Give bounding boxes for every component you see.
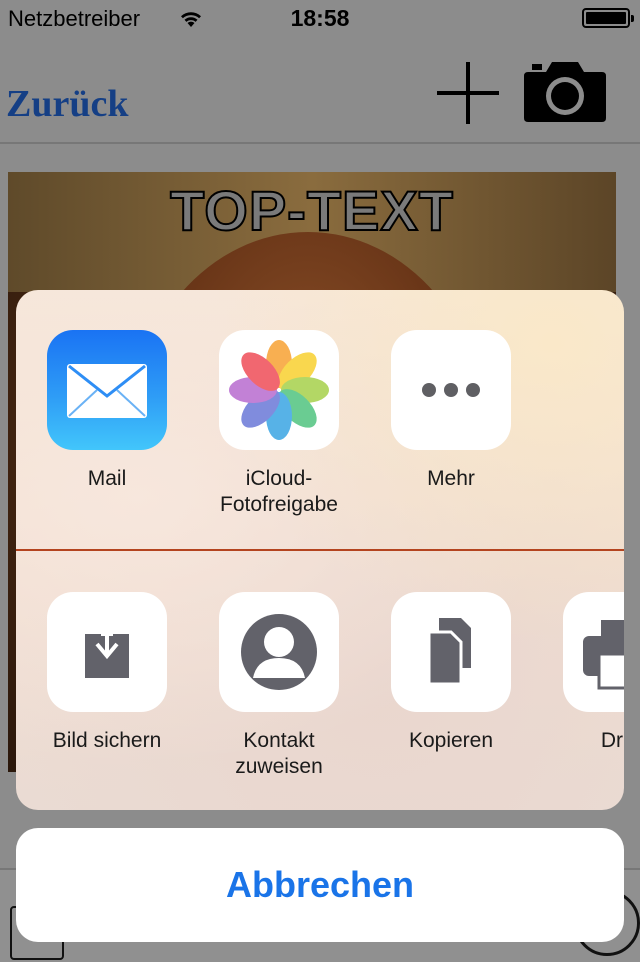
share-app-label: iCloud- Fotofreigabe — [220, 467, 338, 516]
action-copy[interactable]: Kopieren — [366, 592, 536, 754]
top-text-caption[interactable]: TOP-TEXT — [8, 178, 616, 243]
share-app-mail[interactable]: Mail — [22, 330, 192, 492]
cancel-button[interactable]: Abbrechen — [16, 828, 624, 942]
more-icon — [391, 330, 511, 450]
navigation-bar: Zurück — [0, 38, 640, 144]
share-app-more[interactable]: Mehr — [366, 330, 536, 492]
action-print[interactable]: Druc — [538, 592, 624, 754]
back-button[interactable]: Zurück — [6, 82, 128, 126]
status-bar: Netzbetreiber 18:58 — [0, 0, 640, 38]
camera-icon[interactable] — [524, 60, 606, 122]
share-sheet-divider — [16, 549, 624, 551]
share-sheet: Mail iCloud- Fotofreigabe Mehr Bild sich… — [16, 290, 624, 810]
battery-icon — [582, 8, 634, 28]
action-assign-contact[interactable]: Kontakt zuweisen — [194, 592, 364, 780]
photos-icon — [219, 330, 339, 450]
mail-icon — [47, 330, 167, 450]
share-app-label: Mail — [87, 467, 127, 490]
action-label: Bild sichern — [52, 729, 162, 752]
plus-icon[interactable] — [437, 62, 499, 124]
save-image-icon — [47, 592, 167, 712]
share-app-icloud-photo-sharing[interactable]: iCloud- Fotofreigabe — [194, 330, 364, 518]
action-label: Druc — [600, 729, 624, 752]
assign-contact-icon — [219, 592, 339, 712]
action-save-image[interactable]: Bild sichern — [22, 592, 192, 754]
print-icon — [563, 592, 624, 712]
clock: 18:58 — [290, 5, 350, 31]
copy-icon — [391, 592, 511, 712]
action-label: Kopieren — [408, 729, 494, 752]
share-app-label: Mehr — [427, 467, 475, 490]
action-label: Kontakt zuweisen — [235, 729, 323, 778]
